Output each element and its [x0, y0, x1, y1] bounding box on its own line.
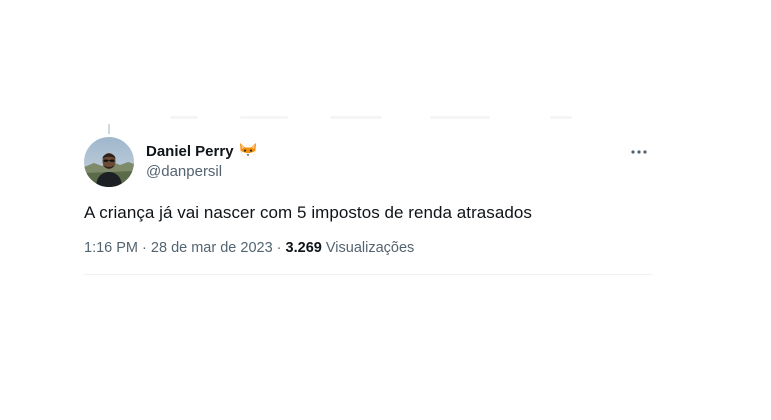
fox-face-icon: [238, 141, 258, 161]
views-label: Visualizações: [325, 240, 415, 256]
meta-separator: ·: [276, 240, 282, 256]
avatar[interactable]: [84, 137, 134, 187]
tweet-date[interactable]: 28 de mar de 2023: [151, 240, 273, 256]
thread-connector-line: [108, 124, 110, 134]
tweet-metadata: 1:16 PM · 28 de mar de 2023 · 3.269 Visu…: [84, 240, 414, 256]
faded-tab-strip: [140, 112, 590, 122]
tweet: Daniel Perry @danpersil A criança já vai…: [84, 136, 652, 276]
ellipsis-icon: [631, 150, 647, 154]
tweet-time[interactable]: 1:16 PM: [84, 240, 138, 256]
meta-separator: ·: [142, 240, 147, 256]
tweet-text: A criança já vai nascer com 5 impostos d…: [84, 203, 532, 222]
more-options-button[interactable]: [626, 142, 652, 162]
author-display-name[interactable]: Daniel Perry: [146, 143, 234, 160]
divider: [84, 274, 652, 275]
author-handle[interactable]: @danpersil: [146, 163, 626, 180]
tweet-header: Daniel Perry @danpersil: [146, 140, 626, 180]
author-name-row: Daniel Perry: [146, 140, 626, 162]
views-count[interactable]: 3.269: [286, 240, 322, 256]
